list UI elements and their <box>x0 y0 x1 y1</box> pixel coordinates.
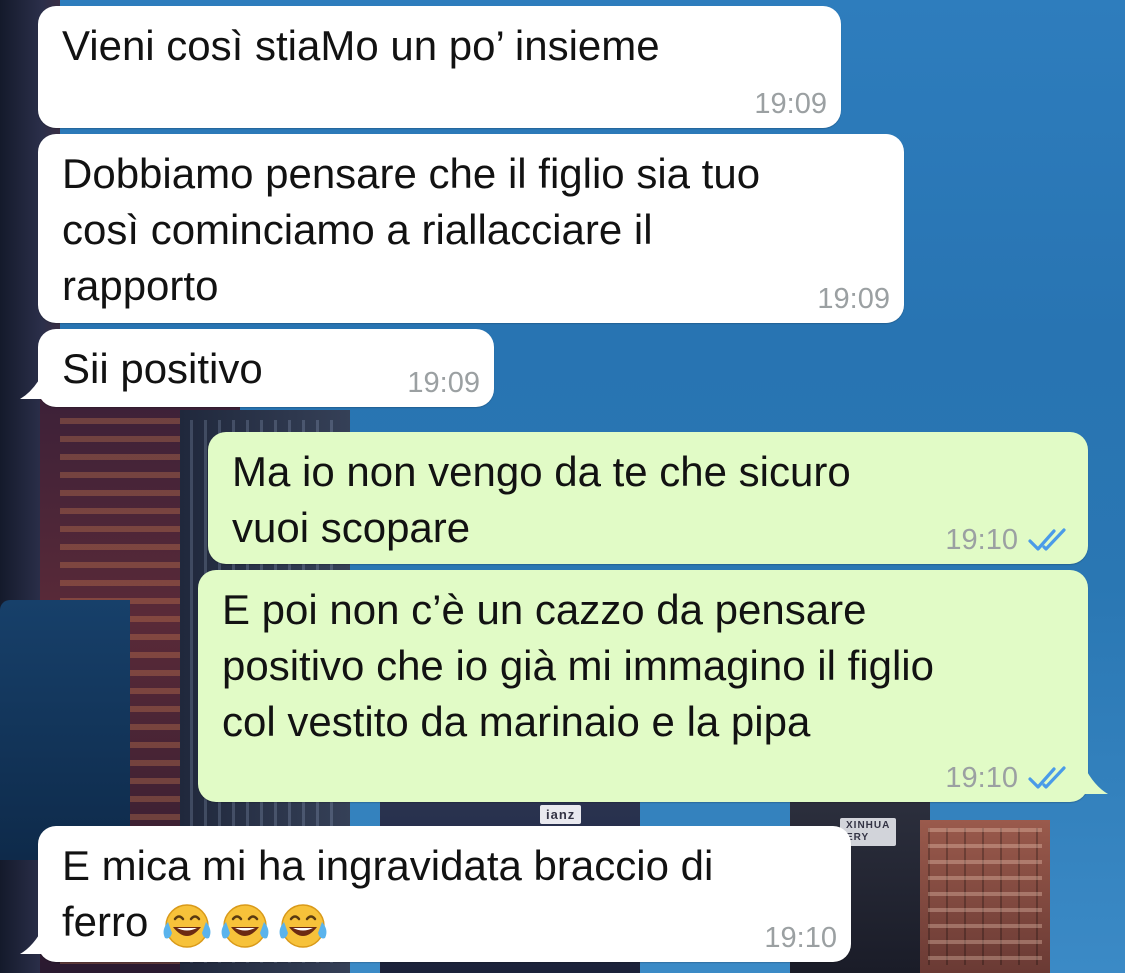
bubble-tail-icon <box>1084 766 1108 794</box>
wallpaper-sign: ianz <box>540 805 582 824</box>
message-timestamp: 19:10 <box>764 922 837 954</box>
message-bubble-incoming[interactable]: Dobbiamo pensare che il figlio sia tuo c… <box>38 134 904 323</box>
emoji-group <box>160 900 330 950</box>
message-meta: 19:10 <box>945 524 1074 556</box>
double-check-read-icon <box>1028 528 1066 551</box>
bubble-tail-icon <box>20 371 44 399</box>
double-check-read-icon <box>1028 766 1066 789</box>
message-meta: 19:09 <box>817 283 890 315</box>
message-timestamp: 19:09 <box>407 367 480 399</box>
message-bubble-incoming[interactable]: E mica mi ha ingravidata braccio di ferr… <box>20 826 851 962</box>
message-timestamp: 19:09 <box>754 88 827 120</box>
wallpaper-building <box>0 600 130 860</box>
message-timestamp: 19:10 <box>945 524 1018 556</box>
message-timestamp: 19:10 <box>945 762 1018 794</box>
message-bubble-incoming[interactable]: Vieni così stiaMo un po’ insieme 19:09 <box>38 6 841 128</box>
message-bubble-outgoing[interactable]: Ma io non vengo da te che sicuro vuoi sc… <box>208 432 1088 564</box>
message-bubble-outgoing[interactable]: E poi non c’è un cazzo da pensare positi… <box>198 570 1108 802</box>
face-with-tears-of-joy-icon <box>163 904 211 948</box>
message-meta: 19:09 <box>407 367 480 399</box>
message-text: Vieni così stiaMo un po’ insieme <box>62 22 660 69</box>
message-text: E poi non c’è un cazzo da pensare positi… <box>222 586 934 745</box>
message-meta: 19:09 <box>754 88 827 120</box>
bubble-tail-icon <box>20 926 44 954</box>
message-meta: 19:10 <box>945 762 1074 794</box>
message-text: Ma io non vengo da te che sicuro vuoi sc… <box>232 448 851 551</box>
message-bubble-incoming[interactable]: Sii positivo 19:09 <box>20 329 494 407</box>
face-with-tears-of-joy-icon <box>279 904 327 948</box>
message-text: Dobbiamo pensare che il figlio sia tuo c… <box>62 150 761 309</box>
face-with-tears-of-joy-icon <box>221 904 269 948</box>
message-meta: 19:10 <box>764 922 837 954</box>
message-timestamp: 19:09 <box>817 283 890 315</box>
message-text: E mica mi ha ingravidata braccio di ferr… <box>62 838 829 950</box>
wallpaper-building <box>920 820 1050 973</box>
